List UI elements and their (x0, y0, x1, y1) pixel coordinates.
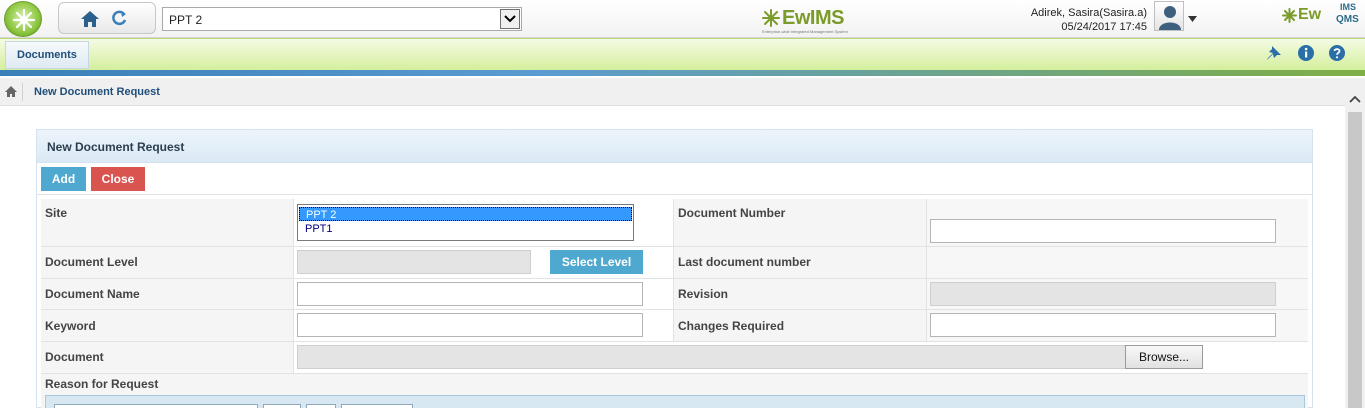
brand-name: EwIMS (782, 7, 844, 29)
add-button[interactable]: Add (41, 167, 86, 191)
top-bar: PPT 2 EwIMS Enterprise-wide Integrated M… (0, 0, 1365, 38)
site-option-selected[interactable]: PPT 2 (299, 207, 632, 221)
document-number-input[interactable] (930, 219, 1276, 243)
brand-tagline: Enterprise-wide Integrated Management Sy… (762, 29, 848, 34)
keyword-input[interactable] (297, 313, 643, 337)
editor-style-select[interactable] (54, 404, 258, 408)
current-datetime: 05/24/2017 17:45 (1061, 21, 1147, 33)
revision-field (930, 282, 1276, 306)
breadcrumb: New Document Request (0, 78, 1345, 106)
document-level-field (297, 250, 531, 274)
tab-documents-label: Documents (17, 49, 77, 61)
site-label: Site (45, 206, 68, 220)
brand-logo-center: EwIMS Enterprise-wide Integrated Managem… (762, 7, 882, 34)
breadcrumb-home-icon[interactable] (5, 86, 17, 100)
info-icon[interactable] (1297, 44, 1315, 62)
toolbar-divider (37, 194, 1312, 195)
flower-icon (762, 9, 780, 27)
form-row-document-level: Document Level Select Level Last documen… (41, 247, 1308, 279)
menu-icons (1255, 44, 1346, 62)
brand-right-sup: IMS (1340, 2, 1357, 12)
form-row-keyword: Keyword Changes Required (41, 310, 1308, 342)
editor-button[interactable] (341, 404, 413, 408)
chevron-up-icon[interactable] (1349, 92, 1361, 106)
flower-icon (1282, 8, 1297, 23)
site-listbox[interactable]: PPT 2 PPT1 (297, 204, 634, 241)
breadcrumb-current: New Document Request (34, 86, 160, 98)
document-file-field[interactable] (297, 345, 1126, 369)
help-icon[interactable] (1328, 44, 1346, 62)
site-dropdown-value: PPT 2 (169, 13, 203, 27)
document-label: Document (45, 350, 104, 364)
form-row-document-name: Document Name Revision (41, 279, 1308, 310)
editor-button[interactable] (306, 404, 336, 408)
user-icon (1159, 6, 1181, 30)
revision-label: Revision (678, 287, 729, 301)
select-level-button[interactable]: Select Level (550, 250, 643, 274)
close-button[interactable]: Close (91, 167, 145, 191)
document-number-label: Document Number (678, 206, 786, 220)
user-info: Adirek, Sasira(Sasira.a) 05/24/2017 17:4… (1031, 6, 1147, 34)
editor-button[interactable] (263, 404, 301, 408)
app-logo[interactable] (4, 1, 42, 37)
pin-icon[interactable] (1265, 44, 1283, 62)
last-document-number-label: Last document number (678, 255, 811, 269)
form-row-document: Document Browse... (41, 342, 1308, 374)
tab-documents[interactable]: Documents (5, 41, 89, 69)
brand-right-name: Ew (1298, 6, 1322, 23)
changes-required-input[interactable] (930, 313, 1276, 337)
changes-required-label: Changes Required (678, 319, 785, 333)
brand-logo-right: Ew IMS QMS (1282, 3, 1362, 31)
site-option[interactable]: PPT1 (299, 222, 632, 236)
browse-button[interactable]: Browse... (1125, 345, 1203, 369)
avatar[interactable] (1154, 1, 1184, 31)
panel-title: New Document Request (47, 140, 185, 154)
caret-down-icon[interactable] (1188, 11, 1197, 25)
user-name: Adirek, Sasira(Sasira.a) (1030, 7, 1147, 19)
document-name-input[interactable] (297, 282, 643, 306)
keyword-label: Keyword (45, 319, 96, 333)
site-dropdown[interactable]: PPT 2 (162, 7, 522, 31)
document-name-label: Document Name (45, 287, 140, 301)
chevron-down-icon[interactable] (500, 9, 520, 29)
brand-right-sub: QMS (1336, 14, 1359, 25)
flower-icon (12, 8, 36, 32)
reason-editor-toolbar (45, 395, 1305, 408)
panel-header: New Document Request (37, 130, 1312, 163)
new-document-request-panel: New Document Request Add Close Site PPT … (36, 129, 1313, 408)
reason-label: Reason for Request (45, 377, 159, 391)
page-scrollbar[interactable] (1345, 78, 1365, 408)
nav-pill (58, 2, 156, 34)
refresh-icon[interactable] (109, 8, 129, 31)
document-level-label: Document Level (45, 255, 138, 269)
form-row-site: Site PPT 2 PPT1 Document Number (41, 199, 1308, 247)
scrollbar-thumb[interactable] (1348, 112, 1362, 408)
header-stripe (0, 70, 1365, 76)
menu-bar: Documents (0, 38, 1365, 70)
breadcrumb-separator (22, 83, 23, 101)
home-icon[interactable] (79, 8, 101, 33)
